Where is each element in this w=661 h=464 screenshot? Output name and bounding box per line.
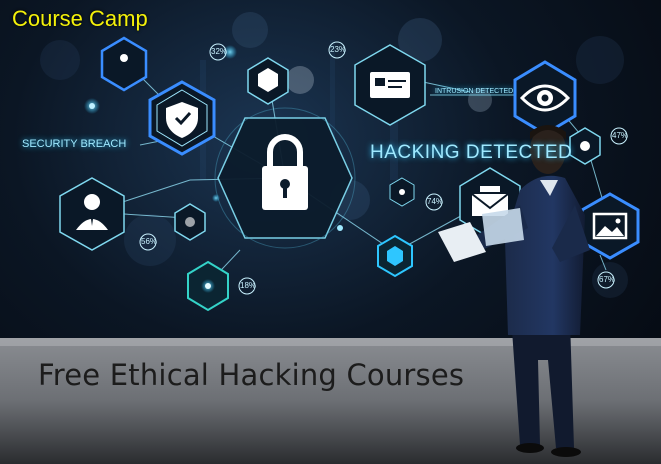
node-right-mid bbox=[389, 177, 415, 207]
percent-label: 18% bbox=[240, 281, 257, 290]
intrusion-detected-label: INTRUSION DETECTED bbox=[435, 88, 514, 95]
percent-label: 67% bbox=[599, 275, 616, 284]
hacking-detected-label: HACKING DETECTED bbox=[370, 142, 573, 163]
image-node bbox=[580, 192, 640, 260]
percent-label: 23% bbox=[330, 45, 347, 54]
eye-node bbox=[513, 60, 577, 136]
node-far-right bbox=[569, 127, 601, 165]
node-top-left bbox=[100, 36, 148, 92]
security-breach-label: SECURITY BREACH bbox=[22, 138, 127, 150]
percent-label: 74% bbox=[427, 197, 444, 206]
node-top-center bbox=[247, 57, 289, 105]
percent-label: 32% bbox=[211, 47, 228, 56]
brand-logo: Course Camp bbox=[12, 6, 148, 31]
node-mid-left bbox=[174, 203, 206, 241]
percent-label: 47% bbox=[612, 131, 629, 140]
hero-image: Course Camp SECURITY BREACH INTRUSION DE… bbox=[0, 0, 661, 464]
percent-label: 56% bbox=[141, 237, 158, 246]
user-node bbox=[59, 177, 125, 251]
headline: Free Ethical Hacking Courses bbox=[38, 358, 465, 392]
tablet bbox=[482, 208, 524, 246]
hero-illustration bbox=[0, 12, 661, 464]
card-icon bbox=[370, 72, 410, 98]
node-center-bottom bbox=[377, 234, 413, 278]
